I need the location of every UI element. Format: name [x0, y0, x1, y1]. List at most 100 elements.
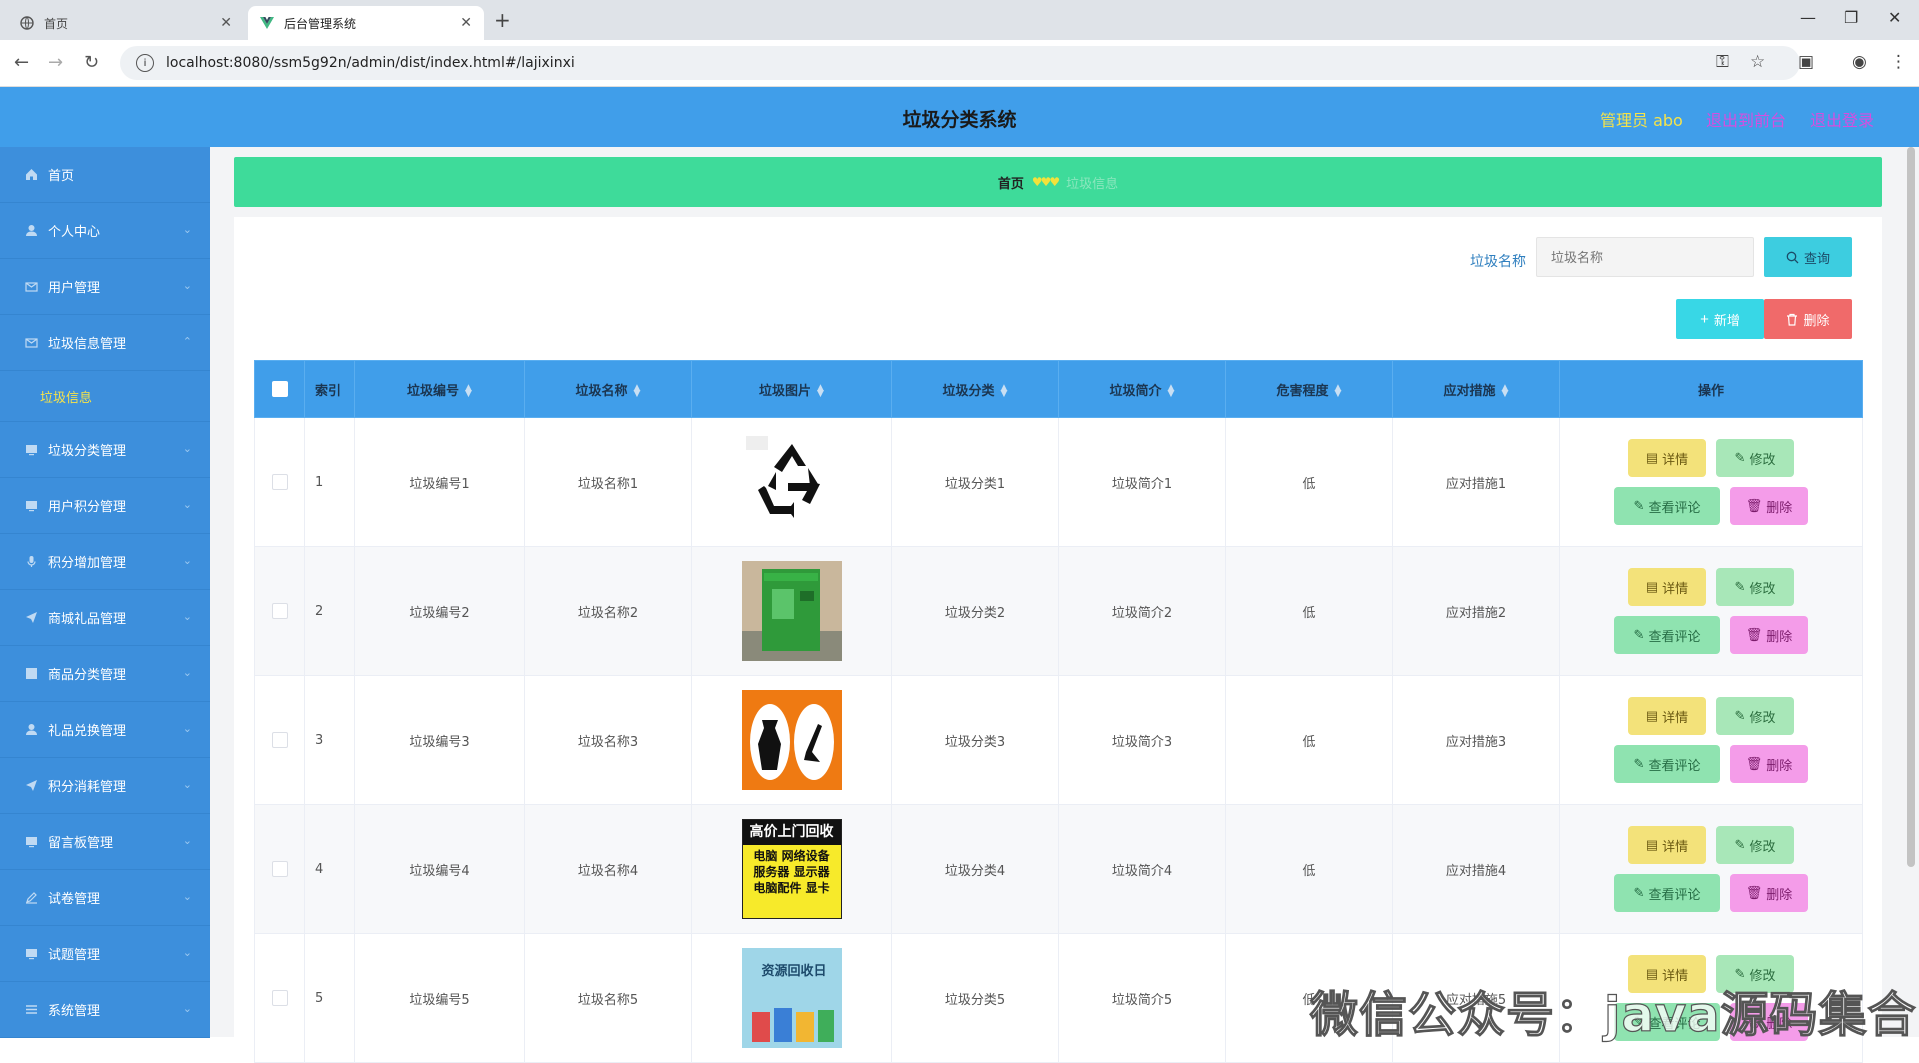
cell-actions: ▤ 详情 ✎ 修改 ✎ 查看评论 🗑 删除 [1559, 546, 1863, 676]
sidebar-item-mall-gifts[interactable]: 商城礼品管理 ⌄ [0, 590, 210, 646]
minimize-icon[interactable]: — [1800, 8, 1816, 27]
sidebar-item-user-points[interactable]: 用户积分管理 ⌄ [0, 478, 210, 534]
reload-icon[interactable]: ↻ [84, 52, 99, 73]
row-checkbox[interactable] [271, 732, 288, 748]
close-tab-icon[interactable]: ✕ [220, 15, 232, 31]
sidebar-item-questions[interactable]: 试题管理 ⌄ [0, 926, 210, 982]
detail-button-label: 详情 [1662, 709, 1689, 725]
select-all-checkbox[interactable] [271, 381, 288, 397]
site-info-icon[interactable]: i [136, 54, 154, 72]
reading-list-icon[interactable]: ▣ [1798, 52, 1814, 72]
close-tab-icon[interactable]: ✕ [460, 15, 472, 31]
detail-button[interactable]: ▤ 详情 [1628, 439, 1706, 477]
back-icon[interactable]: ← [14, 52, 29, 73]
sidebar-item-garbage-category[interactable]: 垃圾分类管理 ⌄ [0, 422, 210, 478]
monitor-icon [24, 499, 38, 513]
sort-caret-icon[interactable]: ▲ ▼ [1502, 384, 1509, 399]
sidebar-item-message-board[interactable]: 留言板管理 ⌄ [0, 814, 210, 870]
delete-row-button[interactable]: 🗑 删除 [1730, 874, 1808, 912]
delete-row-button[interactable]: 🗑 删除 [1730, 487, 1808, 525]
sidebar-item-garbage-info[interactable]: 垃圾信息管理 ⌃ [0, 315, 210, 371]
cell-intro: 垃圾简介3 [1058, 675, 1226, 805]
url-field[interactable]: i localhost:8080/ssm5g92n/admin/dist/ind… [120, 46, 1800, 80]
column-header-name[interactable]: 垃圾名称 ▲ ▼ [524, 360, 692, 418]
forward-icon[interactable]: → [48, 52, 63, 73]
key-icon[interactable]: ⚿ [1716, 52, 1729, 72]
more-menu-icon[interactable]: ⋮ [1890, 52, 1907, 72]
row-checkbox[interactable] [271, 861, 288, 877]
cell-category: 垃圾分类5 [891, 933, 1059, 1063]
row-checkbox[interactable] [271, 990, 288, 1006]
batch-delete-button[interactable]: 删除 [1764, 299, 1852, 339]
bookmark-star-icon[interactable]: ☆ [1750, 52, 1765, 72]
browser-tab-home[interactable]: 首页 ✕ [8, 6, 244, 40]
back-to-front-link[interactable]: 退出到前台 [1706, 107, 1786, 131]
sort-caret-icon[interactable]: ▲ ▼ [465, 384, 472, 399]
sidebar-subitem-garbage-info[interactable]: 垃圾信息 [0, 371, 210, 422]
recycling-ad-image[interactable]: 高价上门回收 电脑 网络设备 服务器 显示器 电脑配件 显卡 [741, 819, 842, 919]
search-input[interactable] [1536, 237, 1754, 277]
sidebar-item-points-add[interactable]: 积分增加管理 ⌄ [0, 534, 210, 590]
sort-caret-icon[interactable]: ▲ ▼ [1168, 384, 1175, 399]
column-header-label: 危害程度 [1276, 383, 1329, 399]
restore-icon[interactable]: ❐ [1844, 8, 1858, 27]
view-comments-button[interactable]: ✎ 查看评论 [1614, 745, 1720, 783]
tab-title: 后台管理系统 [284, 16, 357, 31]
sort-caret-icon[interactable]: ▲ ▼ [817, 384, 824, 399]
row-checkbox[interactable] [271, 603, 288, 619]
search-button[interactable]: 查询 [1764, 237, 1852, 277]
detail-button-label: 详情 [1662, 451, 1689, 467]
row-checkbox[interactable] [271, 474, 288, 490]
cell-code: 垃圾编号3 [354, 675, 525, 805]
breadcrumb-home[interactable]: 首页 [998, 173, 1024, 192]
column-header-code[interactable]: 垃圾编号 ▲ ▼ [354, 360, 525, 418]
detail-button[interactable]: ▤ 详情 [1628, 697, 1706, 735]
view-comments-button[interactable]: ✎ 查看评论 [1614, 874, 1720, 912]
sidebar-item-papers[interactable]: 试卷管理 ⌄ [0, 870, 210, 926]
column-header-measure[interactable]: 应对措施 ▲ ▼ [1392, 360, 1560, 418]
sidebar-item-label: 垃圾分类管理 [48, 444, 127, 459]
sidebar-item-users[interactable]: 用户管理 ⌄ [0, 259, 210, 315]
view-comments-button[interactable]: ✎ 查看评论 [1614, 487, 1720, 525]
trash-icon: 🗑 [1745, 627, 1763, 642]
column-header-index: 索引 [304, 360, 355, 418]
browser-tab-admin[interactable]: 后台管理系统 ✕ [248, 6, 484, 40]
detail-button[interactable]: ▤ 详情 [1628, 826, 1706, 864]
recycle-symbol-image[interactable] [741, 432, 842, 532]
new-tab-icon[interactable]: + [494, 8, 511, 32]
logout-link[interactable]: 退出登录 [1810, 107, 1874, 131]
edit-button[interactable]: ✎ 修改 [1716, 697, 1794, 735]
orange-trash-sign-image[interactable] [741, 690, 842, 790]
green-recycling-bin-image[interactable] [741, 561, 842, 661]
document-icon: ▤ [1645, 708, 1659, 723]
column-header-category[interactable]: 垃圾分类 ▲ ▼ [891, 360, 1059, 418]
detail-button[interactable]: ▤ 详情 [1628, 568, 1706, 606]
select-all-cell[interactable] [254, 360, 305, 418]
edit-button[interactable]: ✎ 修改 [1716, 439, 1794, 477]
sidebar-item-goods-category[interactable]: 商品分类管理 ⌄ [0, 646, 210, 702]
row-select-cell [254, 546, 305, 676]
edit-button[interactable]: ✎ 修改 [1716, 568, 1794, 606]
delete-row-button[interactable]: 🗑 删除 [1730, 745, 1808, 783]
user-icon [24, 723, 38, 737]
add-button[interactable]: + 新增 [1676, 299, 1764, 339]
delete-row-button[interactable]: 🗑 删除 [1730, 616, 1808, 654]
profile-icon[interactable]: ◉ [1852, 52, 1867, 72]
vertical-scrollbar[interactable] [1907, 147, 1915, 867]
sidebar-item-personal[interactable]: 个人中心 ⌄ [0, 203, 210, 259]
recycling-day-poster-image[interactable]: 资源回收日 [741, 948, 842, 1048]
view-comments-button[interactable]: ✎ 查看评论 [1614, 616, 1720, 654]
sidebar-item-points-consume[interactable]: 积分消耗管理 ⌄ [0, 758, 210, 814]
table-row: 3 垃圾编号3 垃圾名称3 垃圾分类3 垃圾简介3 低 应对措施3 ▤ 详情 ✎… [254, 675, 1863, 805]
sidebar-item-home[interactable]: 首页 [0, 147, 210, 203]
sidebar-item-system[interactable]: 系统管理 ⌄ [0, 982, 210, 1038]
sort-caret-icon[interactable]: ▲ ▼ [1335, 384, 1342, 399]
close-window-icon[interactable]: ✕ [1888, 8, 1901, 27]
sort-caret-icon[interactable]: ▲ ▼ [634, 384, 641, 399]
sidebar-item-gift-exchange[interactable]: 礼品兑换管理 ⌄ [0, 702, 210, 758]
column-header-harm[interactable]: 危害程度 ▲ ▼ [1225, 360, 1393, 418]
column-header-image[interactable]: 垃圾图片 ▲ ▼ [691, 360, 892, 418]
edit-button[interactable]: ✎ 修改 [1716, 826, 1794, 864]
column-header-intro[interactable]: 垃圾简介 ▲ ▼ [1058, 360, 1226, 418]
sort-caret-icon[interactable]: ▲ ▼ [1001, 384, 1008, 399]
